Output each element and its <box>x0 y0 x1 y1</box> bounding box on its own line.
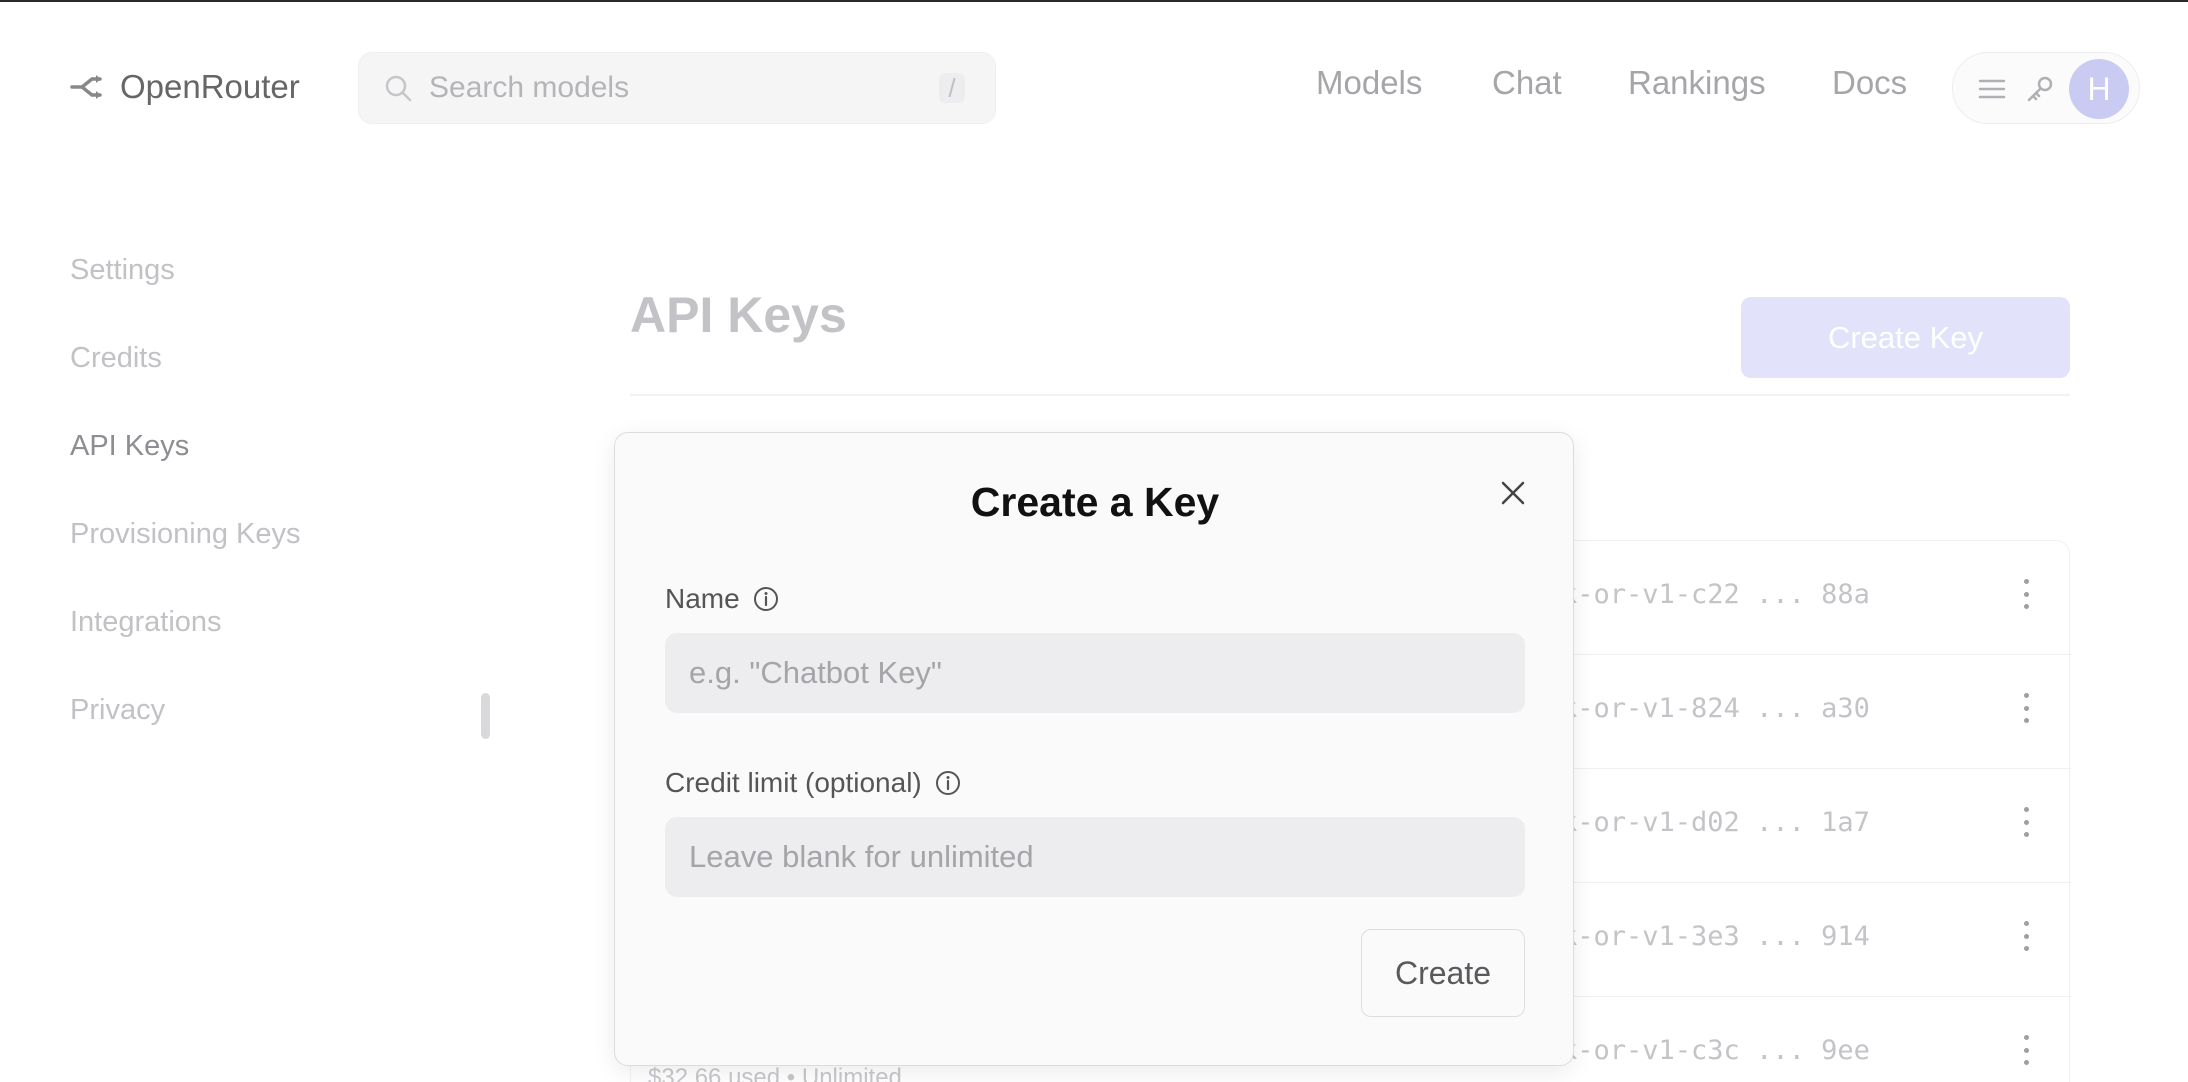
nav-rankings[interactable]: Rankings <box>1628 64 1766 102</box>
sidebar-item-settings[interactable]: Settings <box>70 254 175 287</box>
credit-limit-label: Credit limit (optional) <box>665 767 962 799</box>
search-bar[interactable]: Search models / <box>358 52 996 124</box>
create-button[interactable]: Create <box>1361 929 1525 1017</box>
row-menu-icon[interactable] <box>2019 693 2033 723</box>
nav-chat[interactable]: Chat <box>1492 64 1562 102</box>
sidebar-item-credits[interactable]: Credits <box>70 342 162 375</box>
create-key-dialog: Create a Key Name Credit limit (optional… <box>614 432 1574 1066</box>
key-value: k-or-v1-c22 ... 88a <box>1561 579 1870 610</box>
credit-limit-input[interactable] <box>665 817 1525 897</box>
row-menu-icon[interactable] <box>2019 1035 2033 1065</box>
key-value: k-or-v1-d02 ... 1a7 <box>1561 807 1870 838</box>
nav-docs[interactable]: Docs <box>1832 64 1907 102</box>
key-value: k-or-v1-824 ... a30 <box>1561 693 1870 724</box>
brand-logo[interactable]: OpenRouter <box>70 68 300 106</box>
create-key-button[interactable]: Create Key <box>1741 297 2070 378</box>
info-icon[interactable] <box>752 585 780 613</box>
search-icon <box>385 75 412 102</box>
row-menu-icon[interactable] <box>2019 921 2033 951</box>
title-divider <box>630 394 2070 396</box>
dialog-title: Create a Key <box>970 479 1220 525</box>
close-icon <box>1501 481 1525 505</box>
sidebar-item-provisioning-keys[interactable]: Provisioning Keys <box>70 518 301 551</box>
name-label: Name <box>665 583 780 615</box>
user-toolbar: H <box>1952 52 2140 124</box>
menu-icon[interactable] <box>1977 74 2007 104</box>
name-input[interactable] <box>665 633 1525 713</box>
openrouter-logo-icon <box>70 75 102 99</box>
key-value: k-or-v1-3e3 ... 914 <box>1561 921 1870 952</box>
row-menu-icon[interactable] <box>2019 579 2033 609</box>
search-shortcut-hint: / <box>939 73 965 103</box>
top-header: OpenRouter Search models / Models Chat R… <box>0 2 2188 170</box>
key-icon[interactable] <box>2025 74 2055 104</box>
search-placeholder: Search models <box>429 71 630 104</box>
sidebar-item-api-keys[interactable]: API Keys <box>70 430 189 463</box>
key-value: k-or-v1-c3c ... 9ee <box>1561 1035 1870 1066</box>
sidebar-item-privacy[interactable]: Privacy <box>70 694 165 727</box>
nav-models[interactable]: Models <box>1316 64 1422 102</box>
brand-name: OpenRouter <box>120 68 300 105</box>
info-icon[interactable] <box>934 769 962 797</box>
page-title: API Keys <box>630 287 847 343</box>
sidebar-scrollbar[interactable] <box>481 693 490 739</box>
row-menu-icon[interactable] <box>2019 807 2033 837</box>
sidebar-item-integrations[interactable]: Integrations <box>70 606 222 639</box>
close-button[interactable] <box>1495 475 1531 511</box>
key-usage-text: $32.66 used • Unlimited <box>648 1064 902 1082</box>
avatar[interactable]: H <box>2069 59 2129 119</box>
